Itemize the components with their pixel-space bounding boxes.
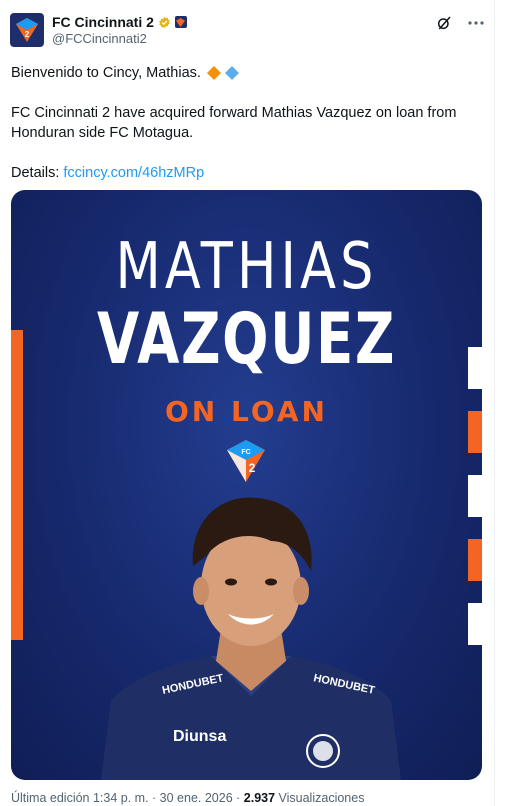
svg-text:Diunsa: Diunsa bbox=[173, 728, 226, 745]
verified-gold-badge-icon[interactable] bbox=[158, 16, 171, 29]
fc-cincinnati-2-crest-icon: FC 2 bbox=[227, 440, 265, 482]
player-photo: HONDUBET HONDUBET Diunsa bbox=[101, 497, 401, 780]
svg-text:FC: FC bbox=[241, 449, 250, 456]
tweet-announcement: FC Cincinnati 2 have acquired forward Ma… bbox=[11, 105, 457, 141]
blue-diamond-icon bbox=[224, 66, 239, 81]
svg-text:2: 2 bbox=[25, 30, 30, 39]
affiliate-badge-icon[interactable] bbox=[174, 16, 187, 28]
tweet-body: Bienvenido to Cincy, Mathias. FC Cincinn… bbox=[11, 63, 481, 203]
orange-stripe-left bbox=[11, 330, 23, 640]
details-link[interactable]: fccincy.com/46hzMRp bbox=[63, 165, 204, 181]
tweet-details: Details: fccincy.com/46hzMRp bbox=[11, 165, 205, 181]
tweet-media-image[interactable]: MATHIAS VAZQUEZ ON LOAN FC 2 HONDUBET HO… bbox=[11, 190, 482, 780]
timeline-divider bbox=[494, 0, 495, 806]
profile-avatar[interactable]: 2 bbox=[10, 13, 44, 47]
edit-timestamp[interactable]: Última edición 1:34 p. m. · 30 ene. 2026… bbox=[11, 791, 244, 805]
fc-cincinnati-logo-icon: 2 bbox=[16, 18, 38, 42]
diamond-emojis bbox=[206, 66, 239, 81]
account-name[interactable]: FC Cincinnati 2 bbox=[52, 14, 154, 30]
views-label: Visualizaciones bbox=[275, 791, 365, 805]
grok-icon[interactable] bbox=[435, 14, 453, 32]
account-name-row: FC Cincinnati 2 bbox=[52, 14, 187, 30]
tweet-metadata: Última edición 1:34 p. m. · 30 ene. 2026… bbox=[11, 791, 364, 805]
player-first-name: MATHIAS bbox=[115, 230, 378, 304]
view-count: 2.937 bbox=[243, 791, 276, 805]
loan-status: ON LOAN bbox=[165, 395, 328, 428]
tweet-greeting: Bienvenido to Cincy, Mathias. bbox=[11, 63, 481, 83]
tweet-header-actions bbox=[435, 14, 485, 32]
svg-text:2: 2 bbox=[249, 461, 256, 475]
account-handle[interactable]: @FCCincinnati2 bbox=[52, 31, 147, 46]
orange-diamond-icon bbox=[206, 66, 221, 81]
more-options-icon[interactable] bbox=[467, 14, 485, 32]
player-last-name: VAZQUEZ bbox=[97, 298, 396, 380]
